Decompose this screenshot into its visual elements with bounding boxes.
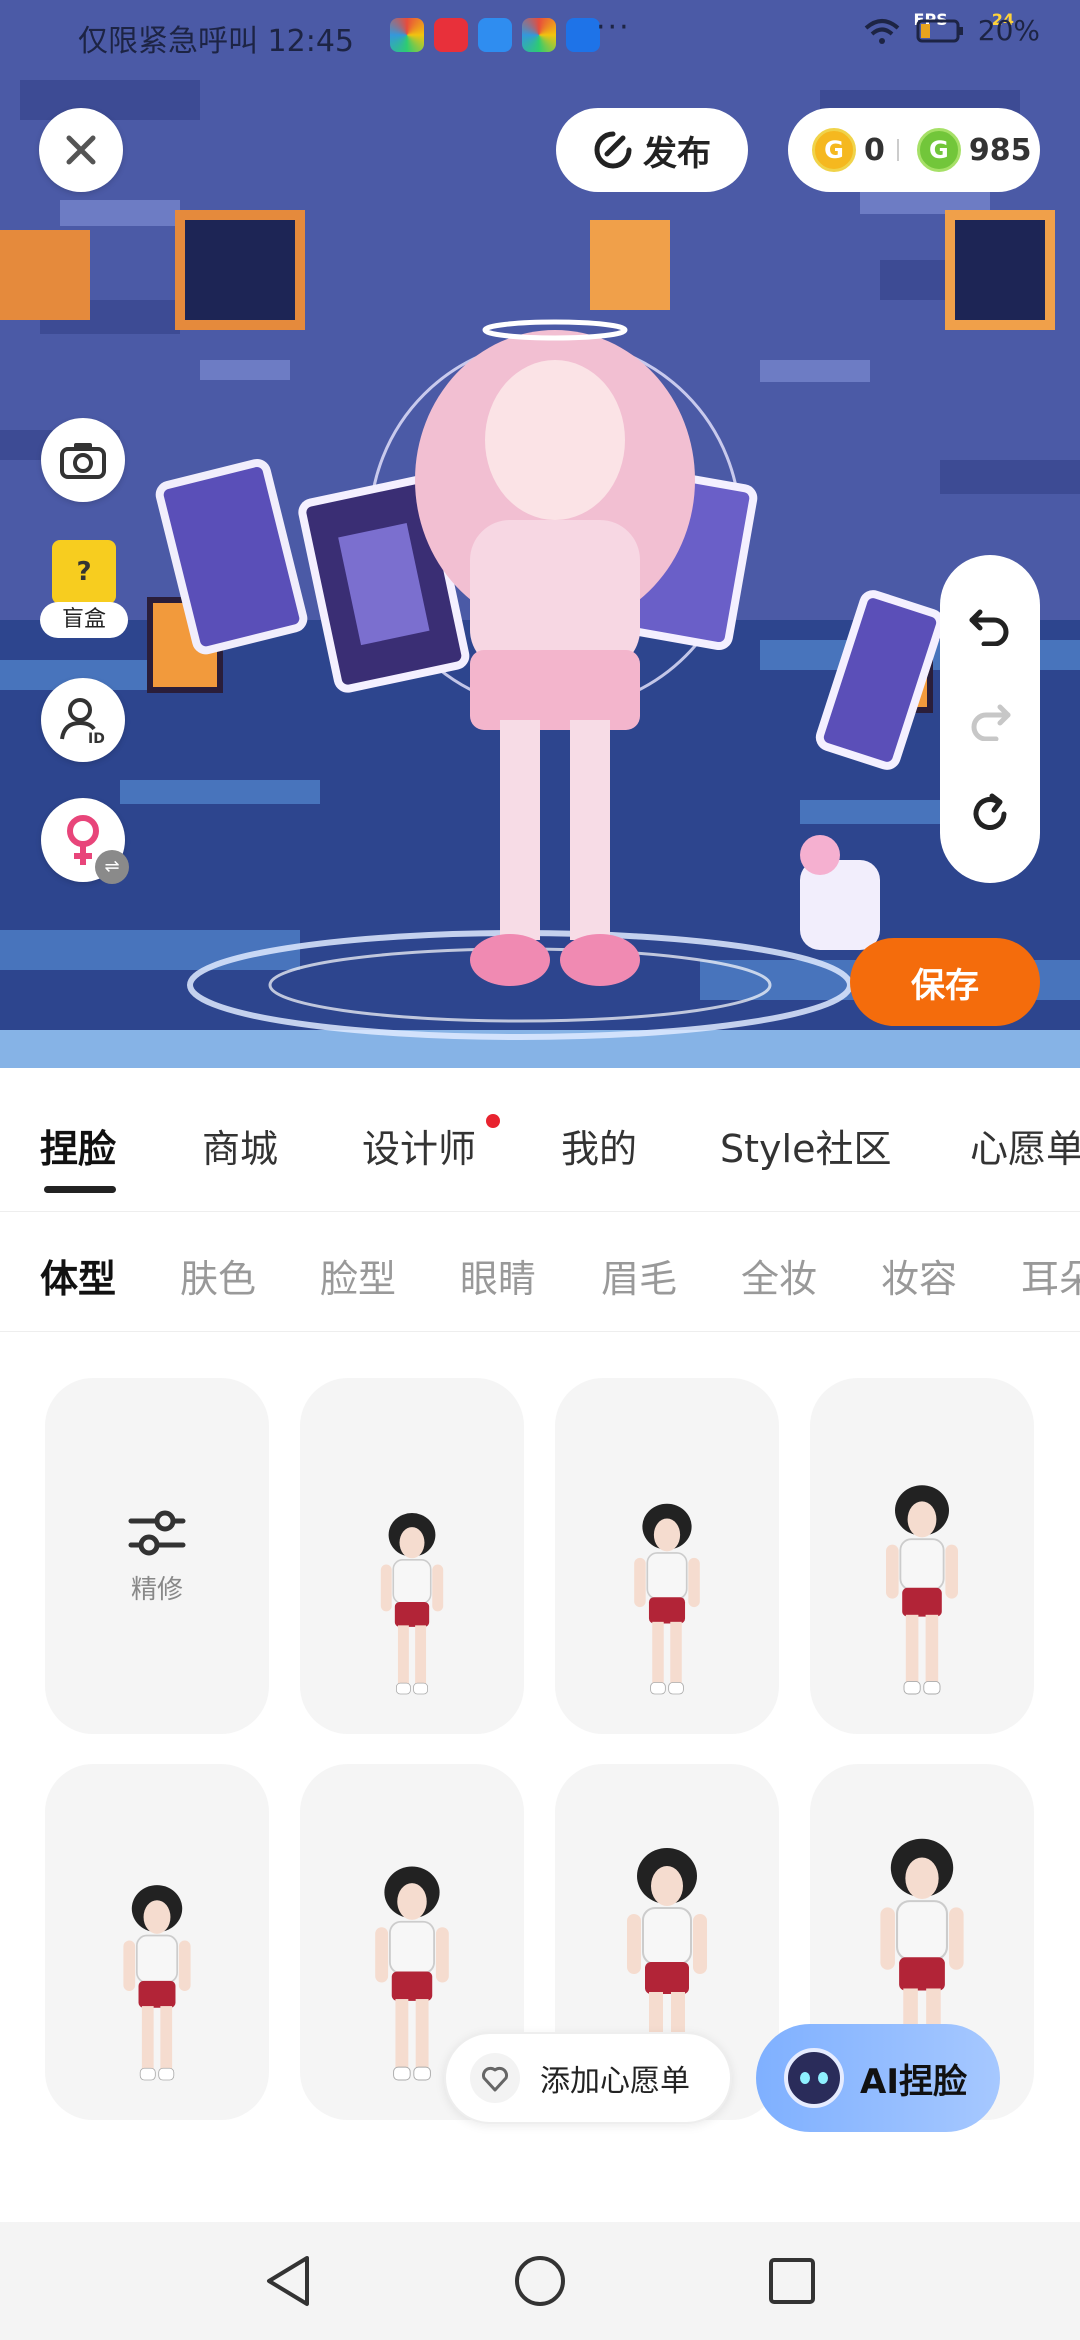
body-preset-card[interactable] — [45, 1764, 269, 2120]
close-button[interactable] — [39, 108, 123, 192]
add-wishlist-label: 添加心愿单 — [540, 2064, 690, 2099]
avatar-figure — [634, 1503, 700, 1695]
notification-dot — [486, 1114, 500, 1128]
user-id-icon: ID — [60, 698, 105, 745]
more-notifications-icon: ··· — [596, 10, 631, 45]
avatar-id-button[interactable]: ID — [41, 678, 125, 762]
camera-button[interactable] — [41, 418, 125, 502]
subtab-body[interactable]: 体型 — [40, 1248, 116, 1303]
recents-icon[interactable] — [767, 2256, 817, 2306]
ai-face-label: AI捏脸 — [860, 2061, 967, 2102]
ai-face-button[interactable]: AI捏脸 — [756, 2024, 1000, 2132]
history-panel — [940, 555, 1040, 883]
robot-icon — [784, 2048, 844, 2108]
subtab-eyes[interactable]: 眼睛 — [460, 1248, 536, 1303]
app-icon — [478, 18, 512, 52]
category-tab-bar: 体型 肤色 脸型 眼睛 眉毛 全妆 妆容 耳朵 — [0, 1212, 1080, 1332]
close-icon — [66, 135, 96, 165]
clock: 12:45 — [267, 24, 355, 59]
refine-card[interactable]: 精修 — [45, 1378, 269, 1734]
add-wishlist-button[interactable]: 添加心愿单 — [444, 2032, 732, 2124]
refine-label: 精修 — [130, 1574, 183, 1605]
currency-balance[interactable]: G 0 G 985 — [788, 108, 1040, 192]
subtab-makeup[interactable]: 妆容 — [881, 1248, 957, 1303]
blindbox-label: 盲盒 — [40, 602, 128, 638]
redo-icon[interactable] — [968, 697, 1012, 741]
body-preset-card[interactable] — [810, 1378, 1034, 1734]
app-icon — [434, 18, 468, 52]
subtab-skin[interactable]: 肤色 — [180, 1248, 256, 1303]
status-bar: 仅限紧急呼叫 12:45 ··· FPS 24 20% — [0, 0, 1080, 72]
active-tab-indicator — [44, 1186, 116, 1193]
avatar-figure — [380, 1513, 444, 1695]
body-preset-card[interactable] — [300, 1378, 524, 1734]
app-icon — [390, 18, 424, 52]
tab-mine[interactable]: 我的 — [561, 1118, 637, 1173]
home-icon[interactable] — [513, 2254, 567, 2308]
divider — [896, 139, 899, 161]
status-right: 20% — [862, 14, 1040, 47]
system-nav-bar — [0, 2222, 1080, 2340]
blindbox-button[interactable]: ? 盲盒 — [40, 540, 128, 644]
subtab-full-makeup[interactable]: 全妆 — [741, 1248, 817, 1303]
carrier-time: 仅限紧急呼叫 12:45 — [78, 16, 354, 60]
body-preset-card[interactable] — [555, 1378, 779, 1734]
publish-label: 发布 — [643, 133, 711, 174]
gender-switch-button[interactable]: ⇌ — [41, 798, 129, 884]
green-coin-icon: G — [916, 128, 961, 172]
undo-icon[interactable] — [968, 602, 1012, 647]
tab-shop[interactable]: 商城 — [202, 1118, 278, 1173]
camera-icon — [60, 443, 106, 479]
avatar-preview-scene[interactable]: 仅限紧急呼叫 12:45 ··· FPS 24 20% 发布 G 0 G 985… — [0, 0, 1080, 1068]
wifi-icon — [864, 18, 900, 44]
battery-icon — [916, 19, 963, 42]
main-tab-bar: 捏脸 商城 设计师 我的 Style社区 心愿单 — [0, 1068, 1080, 1212]
tab-face[interactable]: 捏脸 — [40, 1118, 116, 1173]
tab-style-community[interactable]: Style社区 — [720, 1118, 891, 1173]
app-icon — [566, 18, 600, 52]
battery-percent: 20% — [977, 14, 1040, 47]
gold-coin-count: 0 — [864, 132, 885, 168]
blindbox-icon: ? — [52, 540, 116, 604]
app-icon — [522, 18, 556, 52]
green-coin-count: 985 — [968, 132, 1032, 168]
tab-designer[interactable]: 设计师 — [362, 1118, 476, 1173]
notification-icons — [390, 18, 600, 52]
heart-icon — [470, 2053, 520, 2103]
sliders-icon — [128, 1510, 186, 1555]
tab-wishlist[interactable]: 心愿单 — [970, 1118, 1080, 1173]
subtab-eyebrows[interactable]: 眉毛 — [601, 1248, 677, 1303]
svg-text:ID: ID — [88, 731, 105, 745]
save-button[interactable]: 保存 — [850, 938, 1040, 1026]
back-icon[interactable] — [263, 2254, 313, 2308]
reset-icon[interactable] — [968, 792, 1012, 836]
publish-icon — [594, 131, 632, 169]
avatar-figure — [123, 1885, 191, 2081]
publish-button[interactable]: 发布 — [556, 108, 748, 192]
subtab-face-shape[interactable]: 脸型 — [320, 1248, 396, 1303]
gold-coin-icon: G — [812, 128, 856, 172]
carrier-text: 仅限紧急呼叫 — [78, 24, 258, 59]
avatar-figure — [886, 1485, 958, 1695]
swap-icon: ⇌ — [95, 850, 129, 884]
subtab-ears[interactable]: 耳朵 — [1021, 1248, 1080, 1303]
